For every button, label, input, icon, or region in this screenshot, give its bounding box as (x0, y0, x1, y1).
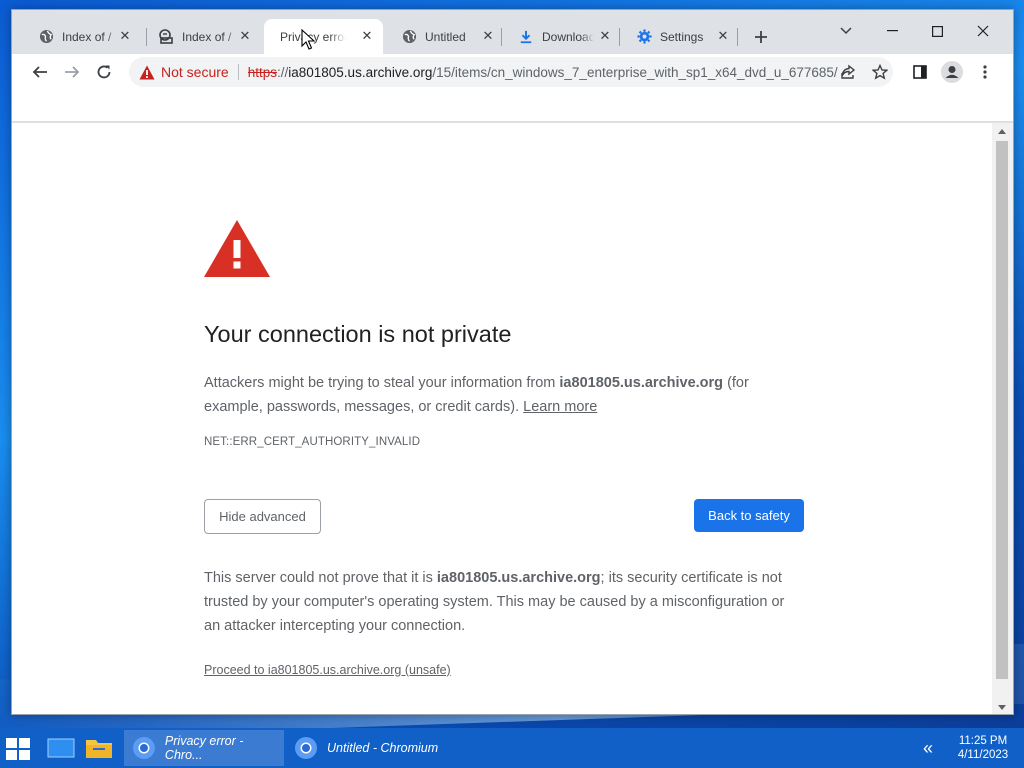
tab-untitled[interactable]: Untitled ✕ (385, 19, 504, 54)
bookmarks-bar (12, 90, 1013, 122)
close-icon[interactable]: ✕ (597, 28, 613, 44)
tab-downloads[interactable]: Downloads ✕ (502, 19, 621, 54)
toolbar: Not secure https://ia801805.us.archive.o… (12, 54, 1013, 90)
page-title: Your connection is not private (204, 321, 512, 347)
chromium-icon (295, 737, 317, 759)
url-text[interactable]: https://ia801805.us.archive.org/15/items… (248, 65, 838, 80)
reload-button[interactable] (90, 58, 118, 86)
profile-avatar-button[interactable] (938, 58, 966, 86)
close-window-button[interactable] (961, 16, 1005, 46)
bookmark-star-icon[interactable] (871, 63, 889, 81)
minimize-button[interactable] (870, 16, 914, 46)
warning-triangle-icon (204, 220, 270, 280)
new-tab-button[interactable] (750, 26, 772, 48)
clock-time: 11:25 PM (958, 735, 1008, 747)
task-label: Privacy error - Chro... (164, 734, 244, 762)
warning-icon[interactable] (139, 64, 155, 80)
gear-icon (636, 29, 652, 45)
side-panel-button[interactable] (906, 58, 934, 86)
maximize-button[interactable] (915, 16, 959, 46)
tray-overflow-chevron-icon[interactable]: « (918, 738, 938, 758)
download-icon (518, 29, 534, 45)
desktop-icon[interactable] (46, 734, 76, 762)
proceed-unsafe-link[interactable]: Proceed to ia801805.us.archive.org (unsa… (204, 663, 451, 677)
close-icon[interactable]: ✕ (480, 28, 496, 44)
system-clock[interactable]: 11:25 PM 4/11/2023 (946, 734, 1020, 762)
file-explorer-icon[interactable] (84, 734, 114, 762)
tab-title: Index of / (62, 29, 112, 44)
explanation-paragraph: Attackers might be trying to steal your … (204, 375, 749, 415)
tab-title: Downloads (542, 29, 594, 44)
error-code[interactable]: NET::ERR_CERT_AUTHORITY_INVALID (204, 436, 420, 448)
globe-icon (401, 29, 417, 45)
chromium-icon (132, 737, 155, 759)
clock-date: 4/11/2023 (957, 749, 1009, 761)
page-content: Your connection is not private Attackers… (12, 123, 992, 714)
tab-privacy-error[interactable]: Privacy error ✕ (264, 19, 383, 54)
tab-title: Settings (660, 29, 704, 44)
tab-index-of-2[interactable]: Index of / ✕ (142, 19, 261, 54)
scroll-thumb[interactable] (996, 141, 1008, 679)
task-label: Untitled - Chromium (327, 741, 439, 755)
tab-title: Index of / (182, 29, 232, 44)
tab-index-of-1[interactable]: Index of / ✕ (22, 19, 141, 54)
not-secure-label[interactable]: Not secure (161, 64, 229, 80)
close-icon[interactable]: ✕ (359, 28, 375, 44)
hide-advanced-button[interactable]: Hide advanced (204, 499, 321, 534)
scroll-down-icon[interactable] (998, 705, 1006, 710)
close-icon[interactable]: ✕ (237, 28, 253, 44)
back-to-safety-button[interactable]: Back to safety (694, 499, 804, 532)
close-icon[interactable]: ✕ (715, 28, 731, 44)
details-paragraph: This server could not prove that it is i… (204, 570, 785, 634)
taskbar: Privacy error - Chro... Untitled - Chrom… (0, 728, 1024, 768)
tab-search-chevron-icon[interactable] (824, 16, 868, 46)
taskbar-task-privacy-error[interactable]: Privacy error - Chro... (124, 730, 284, 766)
scroll-up-icon[interactable] (998, 129, 1006, 134)
browser-window: Index of / ✕ Index of / ✕ Privacy error … (11, 9, 1014, 715)
vertical-scrollbar[interactable] (992, 123, 1013, 714)
taskbar-task-untitled[interactable]: Untitled - Chromium (286, 730, 446, 766)
archive-icon (158, 28, 174, 45)
forward-button[interactable] (58, 58, 86, 86)
address-bar[interactable]: Not secure https://ia801805.us.archive.o… (129, 57, 893, 87)
mouse-cursor-icon (301, 28, 316, 51)
learn-more-link[interactable]: Learn more (523, 399, 597, 415)
tab-strip: Index of / ✕ Index of / ✕ Privacy error … (12, 10, 1013, 54)
globe-icon (38, 29, 54, 45)
menu-kebab-icon[interactable] (971, 58, 999, 86)
close-icon[interactable]: ✕ (117, 28, 133, 44)
windows-start-icon[interactable] (6, 738, 30, 760)
back-button[interactable] (26, 58, 54, 86)
tab-settings[interactable]: Settings ✕ (620, 19, 739, 54)
share-icon[interactable] (839, 63, 857, 81)
tab-title: Untitled (425, 29, 466, 44)
